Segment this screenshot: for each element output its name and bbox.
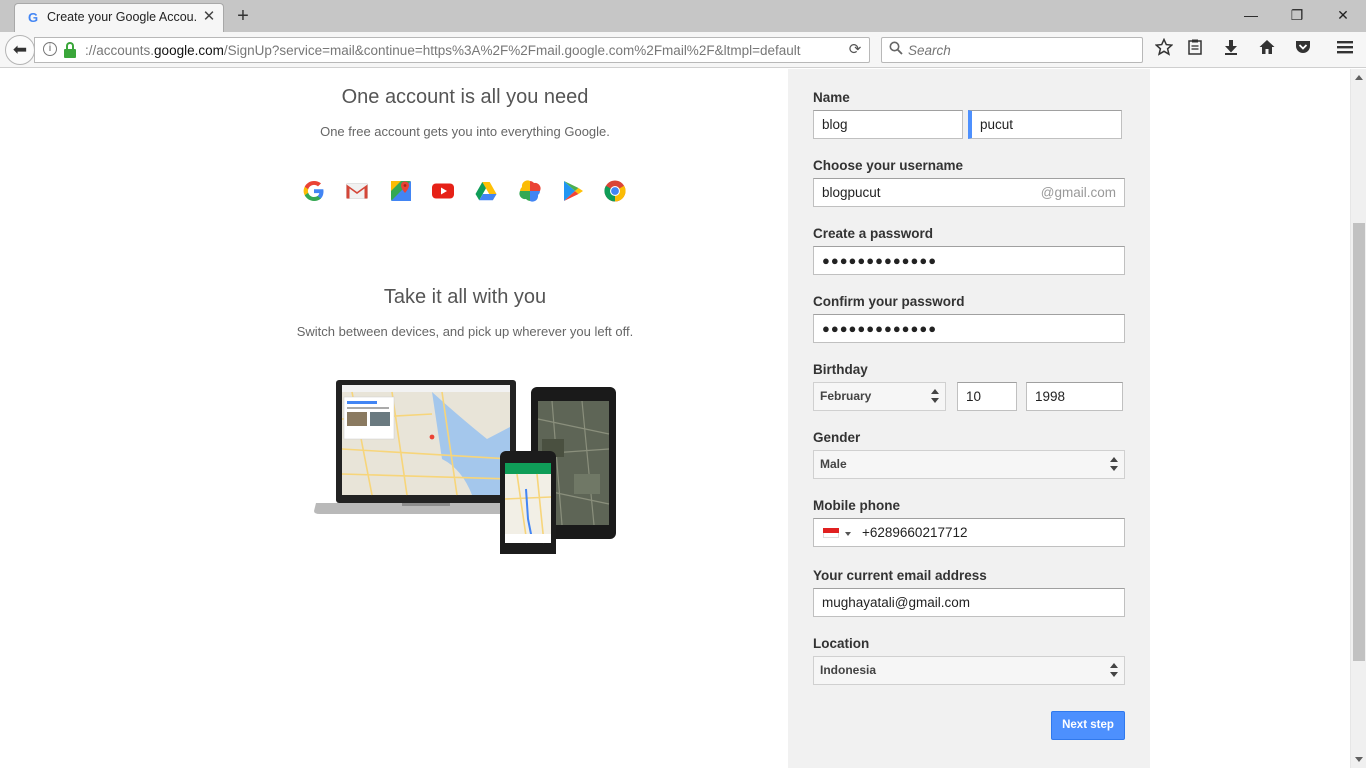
password-input[interactable]: ●●●●●●●●●●●●● xyxy=(813,246,1125,275)
chrome-icon xyxy=(604,180,626,202)
maps-icon xyxy=(391,181,411,201)
marketing-panel: One account is all you need One free acc… xyxy=(0,69,788,768)
current-email-input[interactable]: mughayatali@gmail.com xyxy=(813,588,1125,617)
password-label: Create a password xyxy=(813,226,934,241)
gmail-suffix: @gmail.com xyxy=(1040,185,1116,200)
username-value: blogpucut xyxy=(822,185,881,200)
reload-icon[interactable]: ⟳ xyxy=(845,40,865,60)
search-icon xyxy=(888,41,904,59)
select-arrows-icon xyxy=(1110,663,1118,677)
minimize-button[interactable]: — xyxy=(1228,0,1274,30)
gmail-icon xyxy=(346,183,368,199)
mobile-phone-input[interactable]: +6289660217712 xyxy=(813,518,1125,547)
name-label: Name xyxy=(813,90,850,105)
lock-icon[interactable] xyxy=(63,42,77,58)
reading-list-icon[interactable] xyxy=(1183,38,1207,62)
next-step-button[interactable]: Next step xyxy=(1051,711,1125,740)
location-value: Indonesia xyxy=(820,663,877,677)
gender-label: Gender xyxy=(813,430,861,445)
birth-year-input[interactable]: 1998 xyxy=(1026,382,1123,411)
location-select[interactable]: Indonesia xyxy=(813,656,1125,685)
username-label: Choose your username xyxy=(813,158,964,173)
tab-close-icon[interactable]: ✕ xyxy=(201,8,217,26)
drive-icon xyxy=(475,182,497,201)
google-icon xyxy=(303,181,324,201)
last-name-input[interactable]: pucut xyxy=(968,110,1122,139)
home-icon[interactable] xyxy=(1255,38,1279,62)
search-input[interactable] xyxy=(908,41,1128,59)
gender-select[interactable]: Male xyxy=(813,450,1125,479)
page-margin xyxy=(1150,69,1350,768)
devices-illustration xyxy=(314,380,616,554)
first-name-input[interactable]: blog xyxy=(813,110,963,139)
tab-strip: G Create your Google Accou... ✕ + — ❐ ✕ xyxy=(0,0,1366,32)
birthday-label: Birthday xyxy=(813,362,868,377)
location-label: Location xyxy=(813,636,870,651)
mobile-phone-label: Mobile phone xyxy=(813,498,900,513)
email-label: Your current email address xyxy=(813,568,987,583)
download-icon[interactable] xyxy=(1219,38,1243,62)
menu-icon[interactable] xyxy=(1333,38,1357,62)
close-window-button[interactable]: ✕ xyxy=(1320,0,1366,30)
back-arrow-icon: ⬅ xyxy=(12,40,28,59)
birth-day-input[interactable]: 10 xyxy=(957,382,1017,411)
google-favicon-icon: G xyxy=(27,10,39,25)
new-tab-button[interactable]: + xyxy=(232,4,254,28)
info-icon[interactable]: i xyxy=(43,42,57,56)
gender-value: Male xyxy=(820,457,847,471)
restore-button[interactable]: ❐ xyxy=(1274,0,1320,30)
select-arrows-icon xyxy=(931,389,939,403)
signup-form: Name blog pucut Choose your username blo… xyxy=(788,69,1150,768)
confirm-password-label: Confirm your password xyxy=(813,294,965,309)
browser-tab[interactable]: G Create your Google Accou... ✕ xyxy=(14,3,224,32)
back-button[interactable]: ⬅ xyxy=(5,35,35,65)
page-scrollbar[interactable] xyxy=(1350,69,1366,768)
photos-icon xyxy=(519,180,541,202)
phone-number-value: +6289660217712 xyxy=(862,525,968,540)
scroll-down-icon[interactable] xyxy=(1355,757,1363,762)
navigation-bar: i ://accounts.google.com/SignUp?service=… xyxy=(0,32,1366,68)
country-dropdown-caret-icon[interactable] xyxy=(845,532,851,536)
scroll-thumb[interactable] xyxy=(1353,223,1365,661)
star-icon[interactable] xyxy=(1152,37,1176,62)
youtube-icon xyxy=(432,183,454,199)
username-input[interactable]: blogpucut @gmail.com xyxy=(813,178,1125,207)
url-bar[interactable]: i ://accounts.google.com/SignUp?service=… xyxy=(34,37,870,63)
url-text[interactable]: ://accounts.google.com/SignUp?service=ma… xyxy=(85,43,801,58)
pocket-icon[interactable] xyxy=(1291,38,1315,62)
tab-title: Create your Google Accou... xyxy=(47,10,197,24)
scroll-up-icon[interactable] xyxy=(1355,75,1363,80)
confirm-password-input[interactable]: ●●●●●●●●●●●●● xyxy=(813,314,1125,343)
select-arrows-icon xyxy=(1110,457,1118,471)
birth-month-select[interactable]: February xyxy=(813,382,946,411)
indonesia-flag-icon[interactable] xyxy=(823,528,839,538)
search-bar[interactable] xyxy=(881,37,1143,63)
play-icon xyxy=(564,181,583,201)
birth-month-value: February xyxy=(820,389,872,403)
